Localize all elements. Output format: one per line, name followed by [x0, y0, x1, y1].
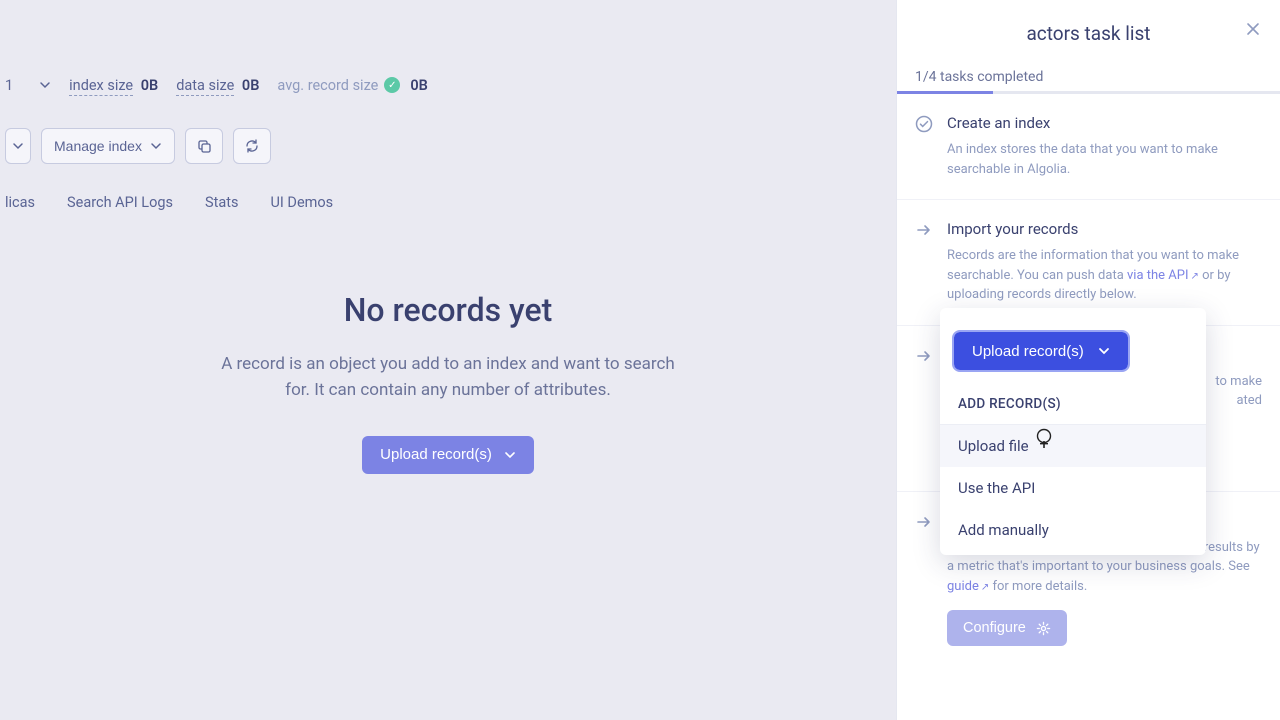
external-link-icon: ↗	[1191, 271, 1199, 282]
link-text: guide	[947, 579, 979, 594]
index-size-value: 0B	[141, 77, 159, 94]
stats-bar: 1 index size 0B data size 0B avg. record…	[0, 60, 896, 110]
desc-fragment: to make	[1215, 374, 1262, 389]
popover-use-api[interactable]: Use the API	[940, 467, 1206, 509]
upload-records-popover: Upload record(s) ADD RECORD(S) Upload fi…	[940, 308, 1206, 555]
upload-records-label: Upload record(s)	[380, 446, 492, 463]
task-import-records: Import your records Records are the info…	[897, 200, 1280, 326]
index-size-label: index size	[69, 77, 133, 96]
task-title: Create an index	[947, 114, 1262, 132]
empty-state-title: No records yet	[40, 291, 856, 329]
data-size-label: data size	[176, 77, 234, 96]
popover-add-manually[interactable]: Add manually	[940, 509, 1206, 551]
data-size-stat: data size 0B	[176, 77, 259, 94]
upload-records-panel-button[interactable]: Upload record(s)	[954, 332, 1128, 370]
chevron-down-icon	[150, 140, 162, 152]
progress-label: 1/4 tasks completed	[897, 59, 1280, 91]
desc-text: for more details.	[989, 579, 1087, 594]
upload-records-label: Upload record(s)	[972, 343, 1084, 360]
toolbar: Manage index	[0, 128, 896, 164]
configure-label: Configure	[963, 620, 1026, 636]
manage-index-label: Manage index	[54, 138, 142, 154]
arrow-right-icon	[915, 347, 933, 365]
main-content: 1 index size 0B data size 0B avg. record…	[0, 0, 896, 720]
arrow-right-icon	[915, 513, 933, 531]
popover-section-label: ADD RECORD(S)	[940, 378, 1206, 424]
via-api-link[interactable]: via the API↗	[1127, 268, 1199, 283]
close-icon	[1246, 22, 1260, 36]
tab-ui-demos[interactable]: UI Demos	[270, 194, 333, 211]
upload-records-button[interactable]: Upload record(s)	[362, 436, 534, 474]
leading-count: 1	[5, 77, 13, 94]
configure-button[interactable]: Configure	[947, 610, 1067, 646]
chevron-down-icon[interactable]	[39, 79, 51, 91]
tabs: licas Search API Logs Stats UI Demos	[0, 194, 896, 211]
panel-title: actors task list	[1026, 22, 1150, 45]
avg-record-size-label: avg. record size	[277, 77, 378, 94]
dropdown-button-1[interactable]	[5, 128, 31, 164]
close-button[interactable]	[1246, 22, 1260, 36]
empty-state: No records yet A record is an object you…	[0, 291, 896, 474]
panel-header: actors task list	[897, 0, 1280, 59]
manage-index-button[interactable]: Manage index	[41, 128, 175, 164]
link-text: via the API	[1127, 268, 1189, 283]
tab-stats[interactable]: Stats	[205, 194, 238, 211]
task-create-index: Create an index An index stores the data…	[897, 94, 1280, 200]
desc-fragment: ated	[1236, 393, 1262, 408]
empty-state-description: A record is an object you add to an inde…	[213, 351, 683, 404]
arrow-right-icon	[915, 221, 933, 239]
refresh-button[interactable]	[233, 128, 271, 164]
check-circle-icon	[915, 115, 933, 133]
progress-bar	[897, 91, 1280, 94]
chevron-down-icon	[1098, 345, 1110, 357]
copy-icon	[196, 138, 212, 154]
tab-search-api-logs[interactable]: Search API Logs	[67, 194, 173, 211]
popover-upload-file[interactable]: Upload file	[940, 425, 1206, 467]
progress-fill	[897, 91, 993, 94]
check-icon: ✓	[384, 77, 400, 93]
copy-button[interactable]	[185, 128, 223, 164]
avg-record-size-stat: avg. record size ✓ 0B	[277, 77, 427, 94]
data-size-value: 0B	[242, 77, 260, 94]
chevron-down-icon	[504, 449, 516, 461]
guide-link[interactable]: guide↗	[947, 579, 989, 594]
gear-icon	[1036, 621, 1051, 636]
task-title: Import your records	[947, 220, 1262, 238]
task-description: Records are the information that you wan…	[947, 246, 1262, 305]
refresh-icon	[244, 138, 260, 154]
index-size-stat: index size 0B	[69, 77, 158, 94]
external-link-icon: ↗	[981, 582, 989, 593]
task-description: An index stores the data that you want t…	[947, 140, 1262, 179]
tab-replicas[interactable]: licas	[5, 194, 35, 211]
avg-record-size-value: 0B	[410, 77, 428, 94]
